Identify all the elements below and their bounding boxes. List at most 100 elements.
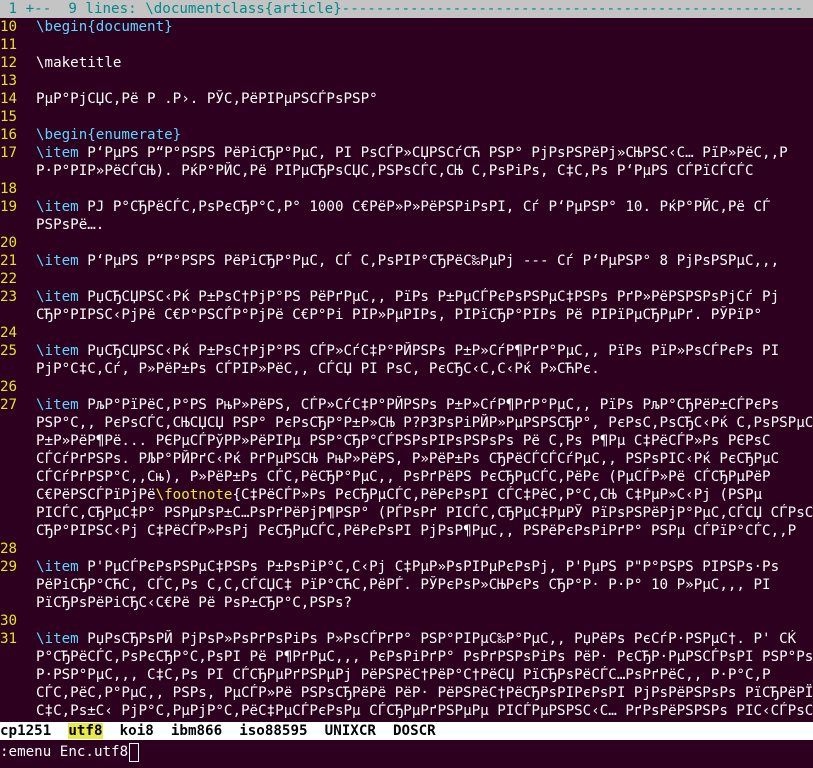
fold-line-number: 1 xyxy=(0,1,26,17)
buffer-line[interactable]: 22 xyxy=(0,270,813,288)
wildmenu-item[interactable]: iso88595 xyxy=(239,723,307,739)
line-text: РІСЃС‚СЂРµС‡Р° РЅРµРѕР±С…РѕРґРёРјР¶РЅР° … xyxy=(36,505,813,521)
buffer-line[interactable]: РїСЂРѕРёРіСЂС‹С€Рё Рё РѕР±СЂР°С‚РЅРѕ? xyxy=(0,594,813,612)
buffer-line[interactable]: РІСЃС‚СЂРµС‡Р° РЅРµРѕР±С…РѕРґРёРјР¶РЅР° … xyxy=(0,504,813,522)
line-text: \maketitle xyxy=(36,55,122,71)
line-text: РїСЂРѕРёРіСЂС‹С€Рё Рё РѕР±СЂР°С‚РЅРѕ? xyxy=(36,595,353,611)
buffer-line[interactable]: РЅР°С‚, РєРѕСЃС‚СЊСЏСЏ РЅР° РєРѕСЂР°Р±Р»… xyxy=(0,414,813,432)
buffer-line[interactable]: 11 xyxy=(0,36,813,54)
wildmenu-item[interactable]: koi8 xyxy=(120,723,154,739)
line-number xyxy=(0,594,36,612)
line-number xyxy=(0,684,36,702)
buffer-line[interactable]: С€РёРЅСЃРїРјРё\footnote{С‡РёСЃР»Рѕ РєСЂР… xyxy=(0,486,813,504)
buffer-line[interactable]: 10 \begin{document} xyxy=(0,18,813,36)
line-number: 30 xyxy=(0,613,18,629)
buffer-line[interactable]: 14 РµР°РјСЏС‚Рё Р .Р›. РЎС‚РёРІРµРЅСЃРѕРЅ… xyxy=(0,90,813,108)
line-number: 19 xyxy=(0,199,18,215)
buffer-lines: 10 \begin{document} 11 12 \maketitle 13 14 РµР°… xyxy=(0,18,813,720)
wildmenu-item[interactable]: cp1251 xyxy=(0,723,51,739)
latex-command: \item xyxy=(36,559,79,575)
line-text: Р'РµСЃРєРѕРЅРµС‡РЅРѕ Р±РѕРіР°С‚С‹Рј С‡Рµ… xyxy=(78,559,780,575)
line-text: РџСЂСЏРЅС‹Рќ Р±РѕС†РјР°РЅ СЃР»СѓС‡Р°РЙРЅ… xyxy=(78,343,780,359)
buffer-line[interactable]: 13 xyxy=(0,72,813,90)
line-number xyxy=(0,432,36,450)
line-number: 14 xyxy=(0,91,18,107)
line-number xyxy=(0,468,36,486)
wildmenu-item[interactable]: UNIXCR xyxy=(325,723,376,739)
line-number: 29 xyxy=(0,559,18,575)
line-text: С€РёРЅСЃРїРјРё xyxy=(36,487,156,503)
line-number xyxy=(0,522,36,540)
line-text: Р·РЅР°РµС‚,, С‡С‚Рѕ РІ СЃСЂРµРґРЅРµРј Рё… xyxy=(36,667,771,683)
line-number: 11 xyxy=(0,37,18,53)
buffer-line[interactable]: СЂР°РІРЅС‹Рј С‡РёСЃР»РѕРј РєСЂРµСЃС‚РёРє… xyxy=(0,522,813,540)
latex-command: \item xyxy=(36,199,79,215)
line-text: СЃСѓРґРЅР°С‚,Сњ), Р»РёР±Рѕ СЃС‚РёСЂР°РµС… xyxy=(36,469,771,485)
line-number: 17 xyxy=(0,145,18,161)
latex-footnote: \footnote xyxy=(155,487,233,503)
buffer-line[interactable]: 19 \item РЈ Р°СЂРёСЃС‚РѕРєСЂР°С‚Р° 1000 С… xyxy=(0,198,813,216)
wildmenu-item[interactable]: DOSCR xyxy=(393,723,436,739)
buffer-line[interactable]: СЃСѓРґРЅРѕ. РЉР°РЙРґС‹Рќ РґРµРЅСЊ РњР»Рё… xyxy=(0,450,813,468)
buffer-line[interactable]: 29 \item Р'РµСЃРєРѕРЅРµС‡РЅРѕ Р±РѕРіР°С‚С… xyxy=(0,558,813,576)
line-text: Р‘РµРЅ Р“Р°РЅРЅ РёРіСЂР°РµС‚ РІ РѕСЃР»СЏ… xyxy=(78,145,788,161)
latex-command: \item xyxy=(36,289,79,305)
line-text: Р·Р°РІР»РёСЃСЊ). РќР°РЙС‚Рё РІРµСЂРѕСЏС‚… xyxy=(36,163,754,179)
buffer-line[interactable]: 30 xyxy=(0,612,813,630)
line-number: 27 xyxy=(0,397,18,413)
buffer-line[interactable]: 21 \item Р‘РµРЅ Р“Р°РЅРЅ РёРіСЂР°РµС‚ СЃ … xyxy=(0,252,813,270)
buffer-line[interactable]: 23 \item РџСЂСЏРЅС‹Рќ Р±РѕС†РјР°РЅ РёРґРµ… xyxy=(0,288,813,306)
line-number: 22 xyxy=(0,271,18,287)
buffer-line[interactable]: 16 \begin{enumerate} xyxy=(0,126,813,144)
buffer-line[interactable]: 24 xyxy=(0,324,813,342)
command-line-text: :emenu Enc.utf8 xyxy=(0,744,129,760)
wildmenu-item[interactable]: ibm866 xyxy=(171,723,222,739)
command-line[interactable]: :emenu Enc.utf8 xyxy=(0,742,140,762)
line-number xyxy=(0,162,36,180)
buffer-line[interactable]: 15 xyxy=(0,108,813,126)
text-cursor xyxy=(129,742,140,762)
editor-buffer[interactable]: 1 +-- 9 lines: \documentclass{article}--… xyxy=(0,0,813,720)
buffer-line[interactable]: 31 \item РџРѕСЂРѕРЙ РјРѕР»РѕРґРѕРіРѕ Р»Рѕ… xyxy=(0,630,813,648)
buffer-line[interactable]: СЃС‚РёС‚Р°РµС‚, РЅРѕ, РµСЃР»Рё РЅРѕСЂРёР… xyxy=(0,684,813,702)
buffer-line[interactable]: РЅРѕРё…. xyxy=(0,216,813,234)
line-text: СЃС‚РёС‚Р°РµС‚, РЅРѕ, РµСЃР»Рё РЅРѕСЂРёР… xyxy=(36,685,813,701)
buffer-line[interactable]: РјР°С‡С‚Сѓ, Р»РёР±Рѕ СЃРІР»РёС‚, СЃСЏ РІ… xyxy=(0,360,813,378)
line-number: 21 xyxy=(0,253,18,269)
buffer-line[interactable]: 12 \maketitle xyxy=(0,54,813,72)
buffer-line[interactable]: 25 \item РџСЂСЏРЅС‹Рќ Р±РѕС†РјР°РЅ СЃР»Сѓ… xyxy=(0,342,813,360)
buffer-line[interactable]: Р±Р»РёР¶Рё... РЄРµСЃРўРР»РёРІРµ РЅР°СЂР°… xyxy=(0,432,813,450)
line-number xyxy=(0,306,36,324)
line-text: СЂР°РІРЅС‹РјРё С€Р°РЅСЃР°РјРё С€Р°Рі РІР… xyxy=(36,307,763,323)
wildmenu-item[interactable]: utf8 xyxy=(68,723,103,739)
buffer-line[interactable]: 26 xyxy=(0,378,813,396)
line-number: 24 xyxy=(0,325,18,341)
buffer-line[interactable]: 20 xyxy=(0,234,813,252)
line-number: 25 xyxy=(0,343,18,359)
buffer-line[interactable]: 28 xyxy=(0,540,813,558)
buffer-line[interactable]: 18 xyxy=(0,180,813,198)
latex-command: \item xyxy=(36,397,79,413)
line-number xyxy=(0,666,36,684)
buffer-line[interactable]: СЂР°РІРЅС‹РјРё С€Р°РЅСЃР°РјРё С€Р°Рі РІР… xyxy=(0,306,813,324)
buffer-line[interactable]: Р·РЅР°РµС‚,, С‡С‚Рѕ РІ СЃСЂРµРґРЅРµРј Рё… xyxy=(0,666,813,684)
buffer-line[interactable]: Р°СЂРёСЃС‚РѕРєСЂР°С‚РѕРІ Рё Р¶РґРµС‚,, Р… xyxy=(0,648,813,666)
line-text: Р°СЂРёСЃС‚РѕРєСЂР°С‚РѕРІ Рё Р¶РґРµС‚,, Р… xyxy=(36,649,813,665)
line-text: Р‘РµРЅ Р“Р°РЅРЅ РёРіСЂР°РµС‚ СЃ С‚РѕРІР°… xyxy=(78,253,780,269)
line-text: РЅРѕРё…. xyxy=(36,217,105,233)
line-text: РџСЂСЏРЅС‹Рќ Р±РѕС†РјР°РЅ РёРґРµС‚, РїРѕ… xyxy=(78,289,780,305)
fold-line[interactable]: 1 +-- 9 lines: \documentclass{article}--… xyxy=(0,0,813,18)
wildmenu[interactable]: cp1251 utf8 koi8 ibm866 iso88595 UNIXCR … xyxy=(0,722,813,740)
line-number xyxy=(0,702,36,720)
buffer-line[interactable]: РёРіСЂР°СЋС, СЃС‚Рѕ С,С‚СЃСЏС‡ РїР°СЋС‚Р… xyxy=(0,576,813,594)
line-number xyxy=(0,414,36,432)
fold-line-text: +-- 9 lines: \documentclass{article}----… xyxy=(25,1,803,17)
line-text: РјР°С‡С‚Сѓ, Р»РёР±Рѕ СЃРІР»РёС‚, СЃСЏ РІ… xyxy=(36,361,600,377)
line-text: РљР°РїРёС‚Р°РЅ РњР»РёРЅ, СЃР»СѓС‡Р°РЙРЅР… xyxy=(78,397,780,413)
buffer-line[interactable]: 17 \item Р‘РµРЅ Р“Р°РЅРЅ РёРіСЂР°РµС‚ РІ … xyxy=(0,144,813,162)
buffer-line[interactable]: Р·Р°РІР»РёСЃСЊ). РќР°РЙС‚Рё РІРµСЂРѕСЏС‚… xyxy=(0,162,813,180)
line-text: РёРіСЂР°СЋС, СЃС‚Рѕ С,С‚СЃСЏС‡ РїР°СЋС‚Р… xyxy=(36,577,771,593)
buffer-line[interactable]: С‡С‚Рѕ±С‹ РјР°С‚РµРјР°С‚РёС‡РµСЃРєРѕРµ С… xyxy=(0,702,813,720)
buffer-line[interactable]: СЃСѓРґРЅР°С‚,Сњ), Р»РёР±Рѕ СЃС‚РёСЂР°РµС… xyxy=(0,468,813,486)
buffer-line[interactable]: 27 \item РљР°РїРёС‚Р°РЅ РњР»РёРЅ, СЃР»СѓС… xyxy=(0,396,813,414)
